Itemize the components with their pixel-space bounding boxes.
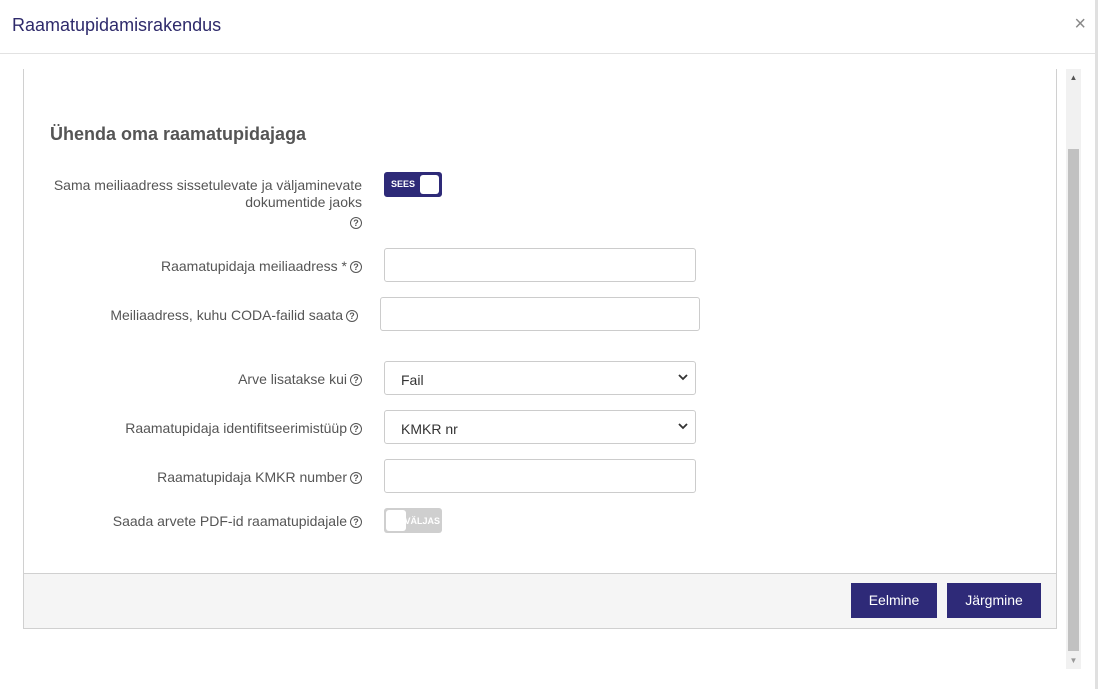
previous-button[interactable]: Eelmine [851, 583, 937, 618]
close-icon[interactable]: × [1074, 12, 1086, 36]
content-frame [23, 69, 1057, 629]
coda-email-input[interactable] [380, 297, 700, 331]
identification-type-value: KMKR nr [401, 421, 458, 437]
modal-header: Raamatupidamisrakendus × [0, 0, 1098, 54]
chevron-down-icon [678, 374, 688, 381]
help-icon[interactable]: ? [350, 261, 362, 273]
scroll-down-icon[interactable]: ▼ [1066, 652, 1081, 669]
send-pdf-toggle[interactable]: VÄLJAS [384, 508, 442, 533]
next-button[interactable]: Järgmine [947, 583, 1041, 618]
send-pdf-label: Saada arvete PDF-id raamatupidajale [112, 513, 347, 529]
toggle-off-text: VÄLJAS [404, 516, 440, 526]
help-icon[interactable]: ? [350, 472, 362, 484]
kmkr-number-label-row: Raamatupidaja KMKR number? [22, 469, 362, 486]
accountant-email-label: Raamatupidaja meiliaadress * [161, 258, 347, 274]
toggle-on-text: SEES [391, 179, 416, 189]
help-icon[interactable]: ? [350, 217, 362, 229]
toggle-knob [386, 510, 406, 531]
identification-type-label: Raamatupidaja identifitseerimistüüp [125, 420, 347, 436]
chevron-down-icon [678, 423, 688, 430]
toggle-knob [420, 175, 439, 194]
coda-email-label-row: Meiliaadress, kuhu CODA-failid saata? [18, 307, 358, 324]
help-icon[interactable]: ? [346, 310, 358, 322]
same-email-label-line1: Sama meiliaadress sissetulevate ja välja… [53, 177, 362, 193]
same-email-label: Sama meiliaadress sissetulevate ja välja… [22, 177, 362, 231]
invoice-added-label: Arve lisatakse kui [238, 371, 347, 387]
scrollbar[interactable]: ▲ ▼ [1066, 69, 1081, 669]
modal-title: Raamatupidamisrakendus [12, 15, 222, 35]
invoice-added-label-row: Arve lisatakse kui? [22, 371, 362, 388]
send-pdf-label-row: Saada arvete PDF-id raamatupidajale? [22, 513, 362, 530]
invoice-added-value: Fail [401, 372, 424, 388]
section-title: Ühenda oma raamatupidajaga [50, 124, 307, 144]
kmkr-number-label: Raamatupidaja KMKR number [157, 469, 347, 485]
help-icon[interactable]: ? [350, 374, 362, 386]
modal-dialog: Raamatupidamisrakendus × ▲ ▼ Ühenda oma … [0, 0, 1098, 689]
scroll-up-icon[interactable]: ▲ [1066, 69, 1081, 86]
accountant-email-label-row: Raamatupidaja meiliaadress *? [22, 258, 362, 275]
identification-type-select[interactable]: KMKR nr [384, 410, 696, 444]
same-email-toggle[interactable]: SEES [384, 172, 442, 197]
kmkr-number-input[interactable] [384, 459, 696, 493]
help-icon[interactable]: ? [350, 423, 362, 435]
coda-email-label: Meiliaadress, kuhu CODA-failid saata [110, 307, 343, 323]
same-email-label-line2: dokumentide jaoks [245, 194, 362, 210]
identification-type-label-row: Raamatupidaja identifitseerimistüüp? [22, 420, 362, 437]
scroll-thumb[interactable] [1068, 149, 1079, 651]
accountant-email-input[interactable] [384, 248, 696, 282]
invoice-added-select[interactable]: Fail [384, 361, 696, 395]
help-icon[interactable]: ? [350, 516, 362, 528]
